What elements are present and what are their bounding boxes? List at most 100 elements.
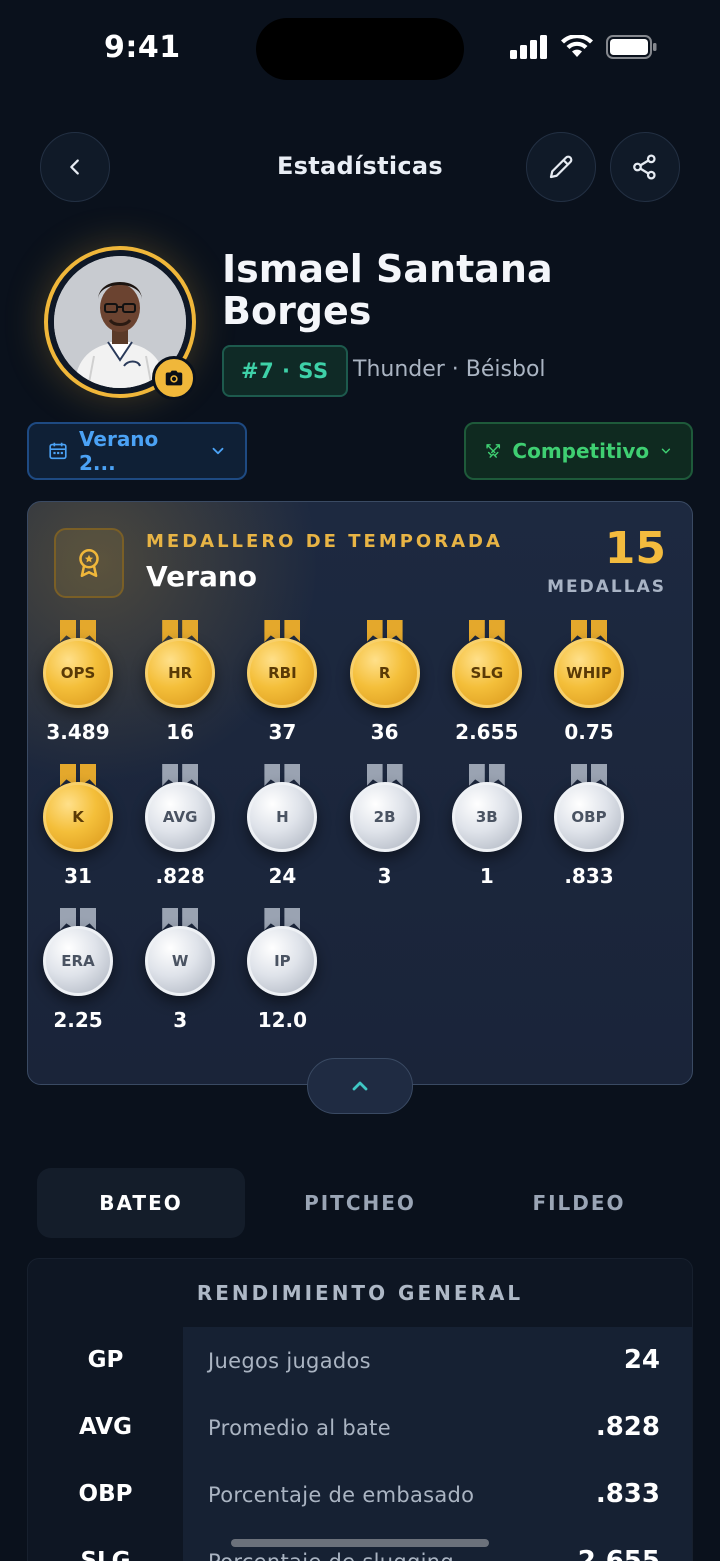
row-abbr: OBP: [78, 1481, 133, 1507]
medal-value: 16: [166, 720, 195, 744]
row-abbr: SLG: [80, 1548, 131, 1561]
medal-coin: AVG: [145, 782, 216, 852]
crossed-swords-icon: [486, 444, 501, 458]
table-row: AVG Promedio al bate .828: [28, 1394, 692, 1461]
pencil-icon: [549, 155, 573, 179]
medal-avg[interactable]: AVG .828: [129, 764, 231, 904]
row-label: Juegos jugados: [208, 1349, 371, 1373]
dynamic-island: [256, 18, 464, 80]
medal-value: 37: [268, 720, 297, 744]
medal-count-label: MEDALLAS: [547, 577, 666, 597]
medal-ip[interactable]: IP 12.0: [231, 908, 333, 1048]
medal-whip[interactable]: WHIP 0.75: [538, 620, 640, 760]
player-name: Ismael Santana Borges: [222, 248, 553, 332]
medal-value: 2.25: [53, 1008, 103, 1032]
award-icon-box: [54, 528, 124, 598]
medal-coin: HR: [145, 638, 216, 708]
edit-button[interactable]: [526, 132, 596, 202]
row-value: .833: [595, 1479, 660, 1509]
mode-dropdown[interactable]: Competitivo: [464, 422, 693, 480]
medal-value: 3: [377, 864, 392, 888]
medal-coin: W: [145, 926, 216, 996]
player-name-line2: Borges: [222, 289, 372, 333]
wifi-icon: [561, 35, 593, 57]
medal-obp[interactable]: OBP .833: [538, 764, 640, 904]
medal-value: 31: [64, 864, 92, 888]
award-icon: [79, 548, 99, 578]
medal-coin: 3B: [451, 782, 522, 852]
medal-coin: R: [349, 638, 420, 708]
row-abbr: GP: [87, 1347, 124, 1373]
medal-ops[interactable]: OPS 3.489: [27, 620, 129, 760]
medal-value: 12.0: [257, 1008, 308, 1032]
medal-3b[interactable]: 3B 1: [436, 764, 538, 904]
stats-tabs: BATEO PITCHEO FILDEO: [37, 1168, 683, 1238]
medal-coin: IP: [247, 926, 318, 996]
medal-value: 36: [370, 720, 399, 744]
medal-rbi[interactable]: RBI 37: [231, 620, 333, 760]
medal-value: 24: [268, 864, 297, 888]
status-icons: [510, 34, 658, 60]
medal-slg[interactable]: SLG 2.655: [436, 620, 538, 760]
tab-pitcheo[interactable]: PITCHEO: [256, 1168, 464, 1238]
season-dropdown[interactable]: Verano 2...: [27, 422, 247, 480]
medal-k[interactable]: K 31: [27, 764, 129, 904]
performance-card: RENDIMIENTO GENERAL GP Juegos jugados 24…: [27, 1258, 693, 1561]
signal-icon: [510, 35, 547, 59]
table-row: GP Juegos jugados 24: [28, 1327, 692, 1394]
medal-value: .833: [564, 864, 614, 888]
medal-era[interactable]: ERA 2.25: [27, 908, 129, 1048]
medal-value: 3: [173, 1008, 188, 1032]
performance-title: RENDIMIENTO GENERAL: [196, 1281, 524, 1305]
medal-season: Verano: [146, 560, 258, 593]
tab-fildeo[interactable]: FILDEO: [475, 1168, 683, 1238]
row-abbr: AVG: [79, 1414, 132, 1440]
medal-count: 15: [604, 523, 666, 574]
row-label: Porcentaje de slugging: [208, 1550, 454, 1561]
medal-coin: RBI: [247, 638, 318, 708]
medal-coin: OBP: [554, 782, 624, 852]
medal-coin: K: [43, 782, 113, 852]
medal-coin: 2B: [349, 782, 420, 852]
row-label: Porcentaje de embasado: [208, 1483, 475, 1507]
medal-coin: OPS: [43, 638, 113, 708]
mode-label: Competitivo: [512, 439, 650, 463]
share-button[interactable]: [610, 132, 680, 202]
calendar-icon: [49, 442, 67, 460]
medal-value: 0.75: [564, 720, 614, 744]
medal-hr[interactable]: HR 16: [129, 620, 231, 760]
chevron-down-icon: [661, 448, 671, 454]
change-photo-button[interactable]: [152, 356, 196, 400]
medal-w[interactable]: W3: [129, 908, 231, 1048]
medal-coin: SLG: [451, 638, 522, 708]
status-time: 9:41: [104, 30, 181, 65]
camera-icon: [165, 370, 183, 386]
medal-coin: WHIP: [554, 638, 624, 708]
player-name-line1: Ismael Santana: [222, 247, 553, 291]
medal-h[interactable]: H 24: [231, 764, 333, 904]
battery-icon: [606, 35, 657, 59]
medal-value: .828: [155, 864, 205, 888]
medal-2b[interactable]: 2B 3: [334, 764, 436, 904]
medal-value: 1: [479, 864, 494, 888]
season-label: Verano 2...: [79, 427, 159, 475]
number-position-badge: #7 · SS: [222, 345, 348, 397]
row-label: Promedio al bate: [208, 1416, 391, 1440]
chevron-down-icon: [212, 447, 224, 455]
medal-value: 2.655: [455, 720, 519, 744]
medal-value: 3.489: [46, 720, 110, 744]
row-value: 2.655: [577, 1546, 660, 1561]
medal-coin: ERA: [43, 926, 113, 996]
medal-r[interactable]: R 36: [334, 620, 436, 760]
team-sport: Thunder · Béisbol: [353, 357, 546, 382]
medal-heading: MEDALLERO DE TEMPORADA: [146, 531, 503, 552]
chevron-up-icon: [352, 1081, 368, 1091]
row-value: .828: [595, 1412, 660, 1442]
share-icon: [633, 154, 656, 180]
row-value: 24: [623, 1345, 660, 1375]
home-indicator: [231, 1539, 489, 1547]
collapse-button[interactable]: [307, 1058, 413, 1114]
medal-coin: H: [247, 782, 318, 852]
tab-bateo[interactable]: BATEO: [37, 1168, 245, 1238]
table-row: OBP Porcentaje de embasado .833: [28, 1461, 692, 1528]
